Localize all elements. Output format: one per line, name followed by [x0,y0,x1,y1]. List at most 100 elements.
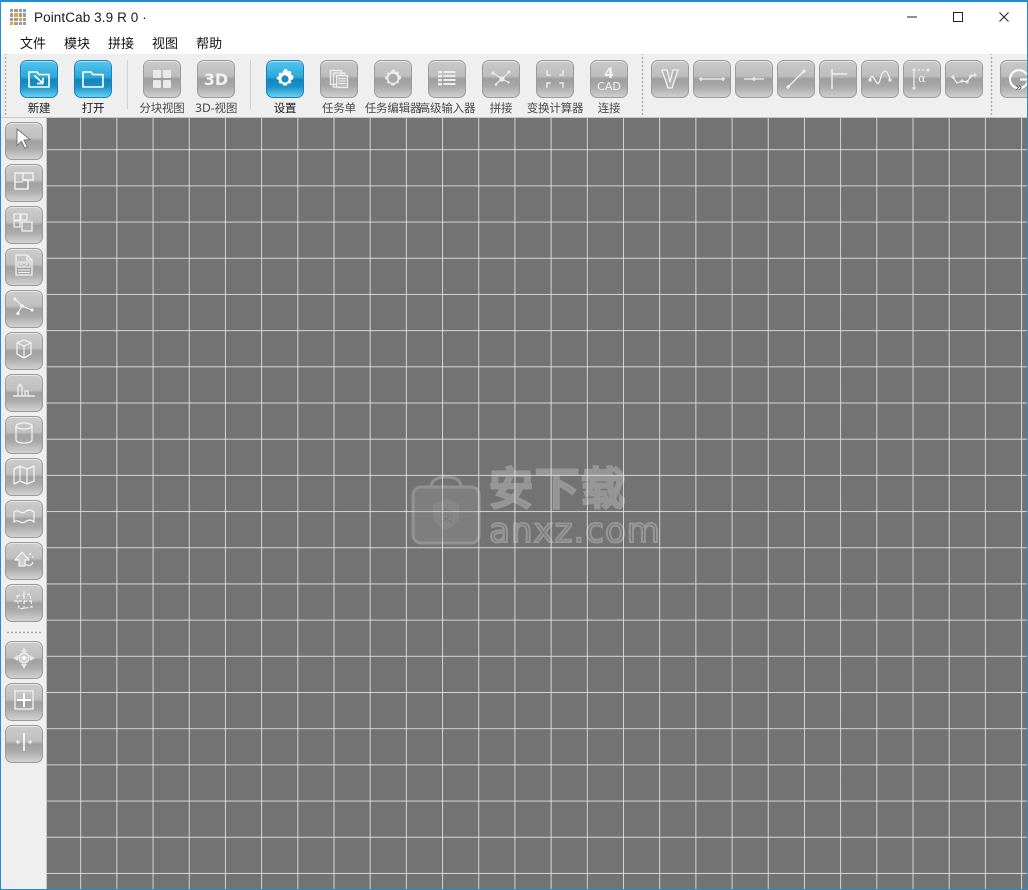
new-project-icon [20,60,58,98]
window-controls [889,2,1027,32]
toolbar-group-file: 新建 打开 [10,54,122,117]
registration-label: 拼接 [489,101,513,115]
polyline-button[interactable] [943,58,985,100]
main-toolbar: 新建 打开 分块视图 3D 3D-视图 设置 任务单 任务编辑器 高级输入器 拼… [1,54,1027,118]
drawing-canvas[interactable]: 安 安下载 anxz.com [47,118,1027,889]
registration-icon [482,60,520,98]
pdf-document-icon: PDF [13,253,35,282]
split-axis-icon [12,731,36,758]
toolbar-separator-2 [250,60,251,109]
sidebar-item-tiles[interactable] [4,206,43,244]
sidebar-separator [4,628,43,637]
close-button[interactable] [981,2,1027,32]
volume-v-icon [651,60,689,98]
tiled-view-label: 分块视图 [139,101,185,115]
transform-calc-label: 变换计算器 [526,101,584,115]
crosshair-frame-icon [12,688,36,717]
refresh-button[interactable] [998,58,1027,100]
transform-calc-icon [536,60,574,98]
open-project-label: 打开 [81,101,105,115]
3d-view-label: 3D-视图 [194,101,238,115]
toolbar-overflow-button[interactable]: » [1015,80,1022,94]
sidebar-item-unfold[interactable] [4,458,43,496]
cutout-arrow-icon [12,548,36,575]
sidebar-item-volume[interactable] [4,332,43,370]
job-editor-button[interactable]: 任务编辑器 [364,58,422,116]
3d-view-button[interactable]: 3D 3D-视图 [189,58,243,116]
diagonal-line-icon [777,60,815,98]
window-title: PointCab 3.9 R 0 · [34,9,147,25]
sidebar-item-target[interactable] [4,641,43,679]
new-project-label: 新建 [27,101,51,115]
menu-item-view[interactable]: 视图 [143,32,187,54]
job-editor-icon [374,60,412,98]
toolbar-grip[interactable] [1,54,10,117]
distance-icon [693,60,731,98]
sidebar-item-crop[interactable] [4,584,43,622]
maximize-button[interactable] [935,2,981,32]
sidebar-item-polygon[interactable] [4,290,43,328]
advanced-input-label: 高级输入器 [418,101,476,115]
cad-connect-label: 连接 [597,101,621,115]
settings-button[interactable]: 设置 [258,58,312,116]
sidebar-item-layout[interactable] [4,164,43,202]
wave-surface-icon [12,507,36,532]
cursor-arrow-icon [13,127,35,156]
toolbar-grip-measure[interactable] [638,54,647,117]
crop-region-icon [12,589,36,618]
open-project-button[interactable]: 打开 [66,58,120,116]
job-editor-label: 任务编辑器 [364,101,422,115]
perpendicular-icon [819,60,857,98]
folded-map-icon [12,464,36,491]
point-distance-button[interactable] [733,58,775,100]
sidebar-item-crosshair[interactable] [4,683,43,721]
3d-view-icon: 3D [197,60,235,98]
volume-button[interactable] [649,58,691,100]
sidebar-item-cylinder[interactable] [4,416,43,454]
cylinder-prism-icon [12,337,36,366]
toolbar-grip-refresh[interactable] [987,54,996,117]
transform-calculator-button[interactable]: 变换计算器 [526,58,584,116]
sidebar-item-pdf[interactable]: PDF [4,248,43,286]
minimize-button[interactable] [889,2,935,32]
registration-button[interactable]: 拼接 [474,58,528,116]
diagonal-button[interactable] [775,58,817,100]
svg-text:α: α [918,72,926,85]
svg-text:3D: 3D [204,70,228,89]
toolbar-group-refresh [996,54,1027,117]
tiled-view-button[interactable]: 分块视图 [135,58,189,116]
job-list-button[interactable]: 任务单 [312,58,366,116]
curve-spline-icon [861,60,899,98]
advanced-input-button[interactable]: 高级输入器 [418,58,476,116]
curve-button[interactable] [859,58,901,100]
new-project-button[interactable]: 新建 [12,58,66,116]
open-folder-icon [74,60,112,98]
perpendicular-button[interactable] [817,58,859,100]
polyline-icon [945,60,983,98]
sidebar-item-cutout[interactable] [4,542,43,580]
sidebar-item-surface[interactable] [4,500,43,538]
canvas-grid [47,118,1027,889]
sidebar-item-profile[interactable] [4,374,43,412]
title-bar: PointCab 3.9 R 0 · [1,2,1027,32]
sidebar-item-split[interactable] [4,725,43,763]
svg-text:PDF: PDF [19,262,28,268]
menu-item-registration[interactable]: 拼接 [99,32,143,54]
settings-gear-icon [266,60,304,98]
tiles-icon [12,212,36,239]
cad-connect-button[interactable]: 4 CAD 连接 [582,58,636,116]
svg-text:CAD: CAD [597,80,621,93]
angle-button[interactable]: α [901,58,943,100]
toolbar-separator-1 [127,60,128,109]
menu-item-module[interactable]: 模块 [55,32,99,54]
refresh-rotate-icon [1000,60,1027,98]
toolbar-group-measure: α [647,54,987,117]
distance-button[interactable] [691,58,733,100]
job-list-label: 任务单 [322,101,356,115]
menu-item-file[interactable]: 文件 [11,32,55,54]
job-list-icon [320,60,358,98]
polygon-nodes-icon [12,296,36,323]
terrain-profile-icon [12,381,36,406]
sidebar-item-select[interactable] [4,122,43,160]
menu-item-help[interactable]: 帮助 [187,32,231,54]
